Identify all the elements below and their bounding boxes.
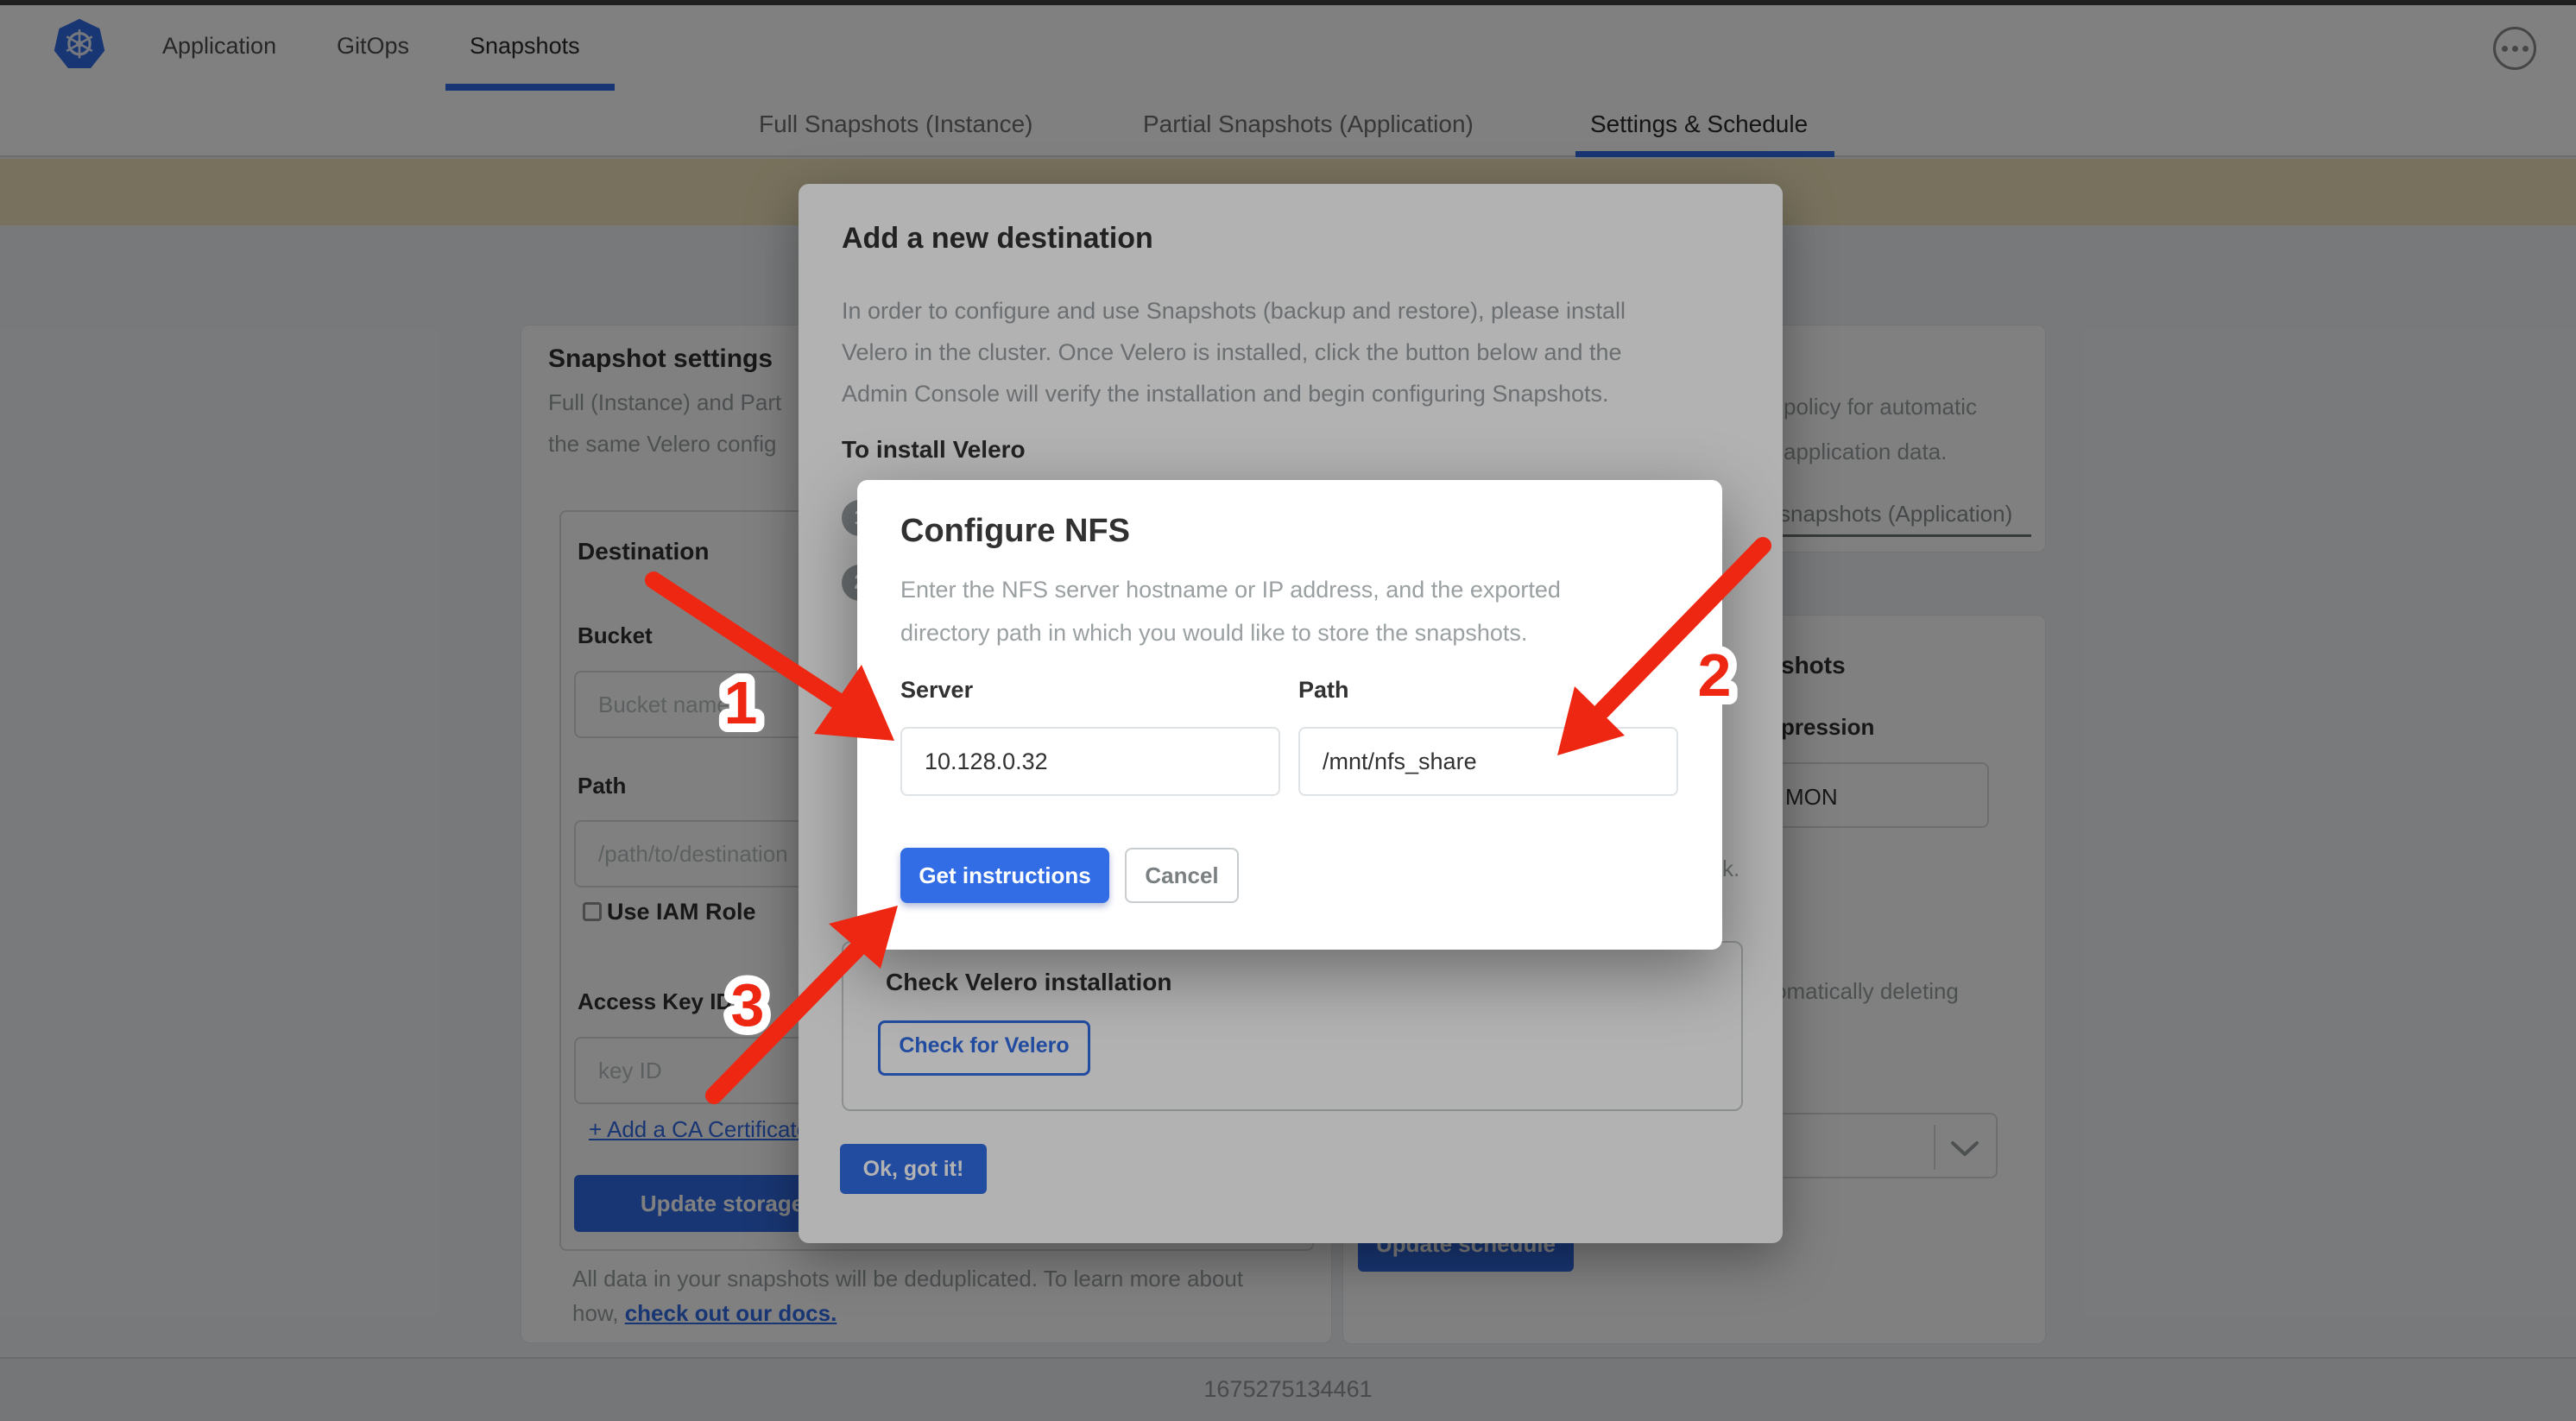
get-instructions-button[interactable]: Get instructions: [900, 848, 1109, 903]
cancel-button[interactable]: Cancel: [1125, 848, 1239, 903]
nfs-path-label: Path: [1298, 677, 1349, 704]
screenshot-stage: Application GitOps Snapshots Full Snapsh…: [0, 0, 2576, 1421]
nfs-server-input[interactable]: [900, 727, 1280, 796]
configure-nfs-modal: Configure NFS Enter the NFS server hostn…: [857, 480, 1722, 950]
nfs-desc-line1: Enter the NFS server hostname or IP addr…: [900, 577, 1561, 603]
server-label: Server: [900, 677, 973, 704]
nfs-desc-line2: directory path in which you would like t…: [900, 620, 1527, 647]
nfs-path-input[interactable]: [1298, 727, 1678, 796]
configure-nfs-title: Configure NFS: [900, 513, 1130, 550]
